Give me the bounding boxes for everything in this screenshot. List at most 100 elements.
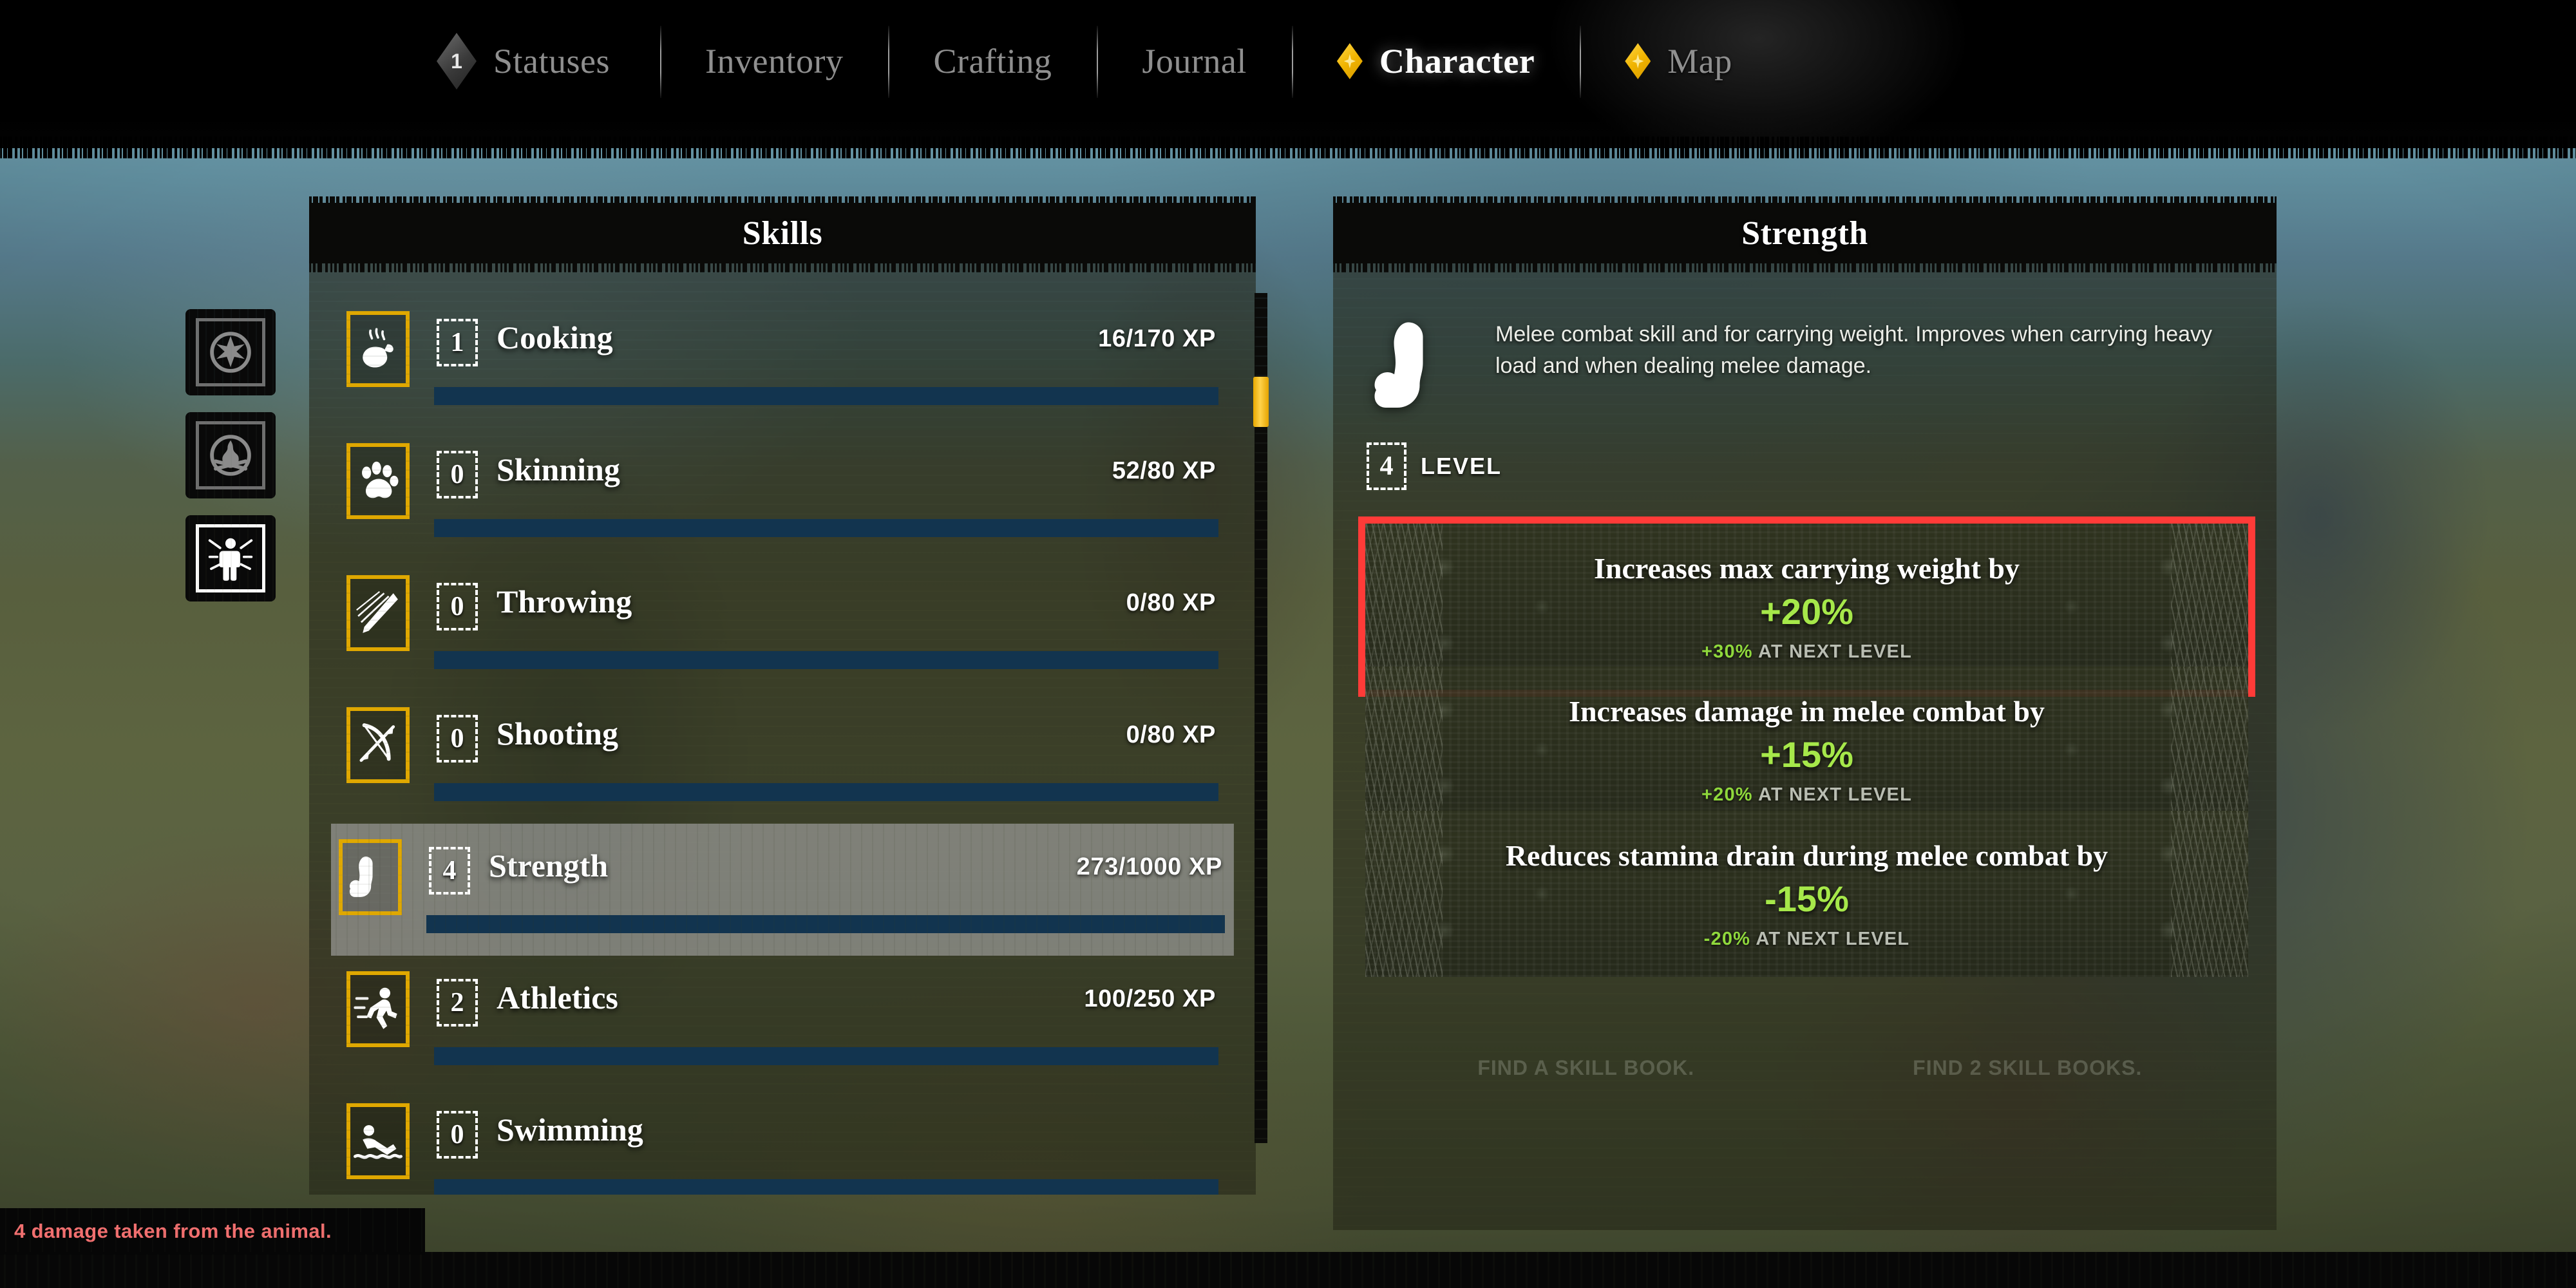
- skill-xp-text: 0/80 XP: [1126, 589, 1216, 616]
- locked-perk-slot-1: FIND A SKILL BOOK.: [1477, 1056, 1695, 1079]
- perk-value: -15%: [1765, 878, 1849, 919]
- skill-row-athletics[interactable]: 2 Athletics 100/250 XP: [339, 956, 1227, 1088]
- tab-label: Journal: [1142, 42, 1247, 80]
- locked-perk-slot-2: FIND 2 SKILL BOOKS.: [1913, 1056, 2143, 1079]
- sidebar-item-character-skills[interactable]: [185, 515, 276, 601]
- tab-count-badge: 1: [437, 33, 477, 90]
- skills-scrollbar-thumb[interactable]: [1253, 377, 1269, 427]
- skill-name: Throwing: [497, 583, 632, 620]
- skill-name: Skinning: [497, 451, 620, 488]
- tab-strip: 1 Statuses Inventory Crafting Journal Charact…: [386, 19, 1777, 103]
- locked-perk-slots: FIND A SKILL BOOK. FIND 2 SKILL BOOKS.: [1365, 1056, 2248, 1080]
- notification-text: 4 damage taken from the animal.: [14, 1220, 332, 1242]
- notification-banner: 4 damage taken from the animal.: [0, 1208, 425, 1255]
- skill-xp-bar: [426, 915, 1225, 933]
- skill-name: Swimming: [497, 1112, 643, 1148]
- tab-label: Crafting: [933, 42, 1052, 80]
- tab-map[interactable]: Map: [1580, 19, 1777, 103]
- tab-label: Statuses: [493, 42, 611, 80]
- skill-detail-title: Strength: [1741, 214, 1868, 252]
- sidebar-item-compass-star[interactable]: [185, 309, 276, 395]
- perk-slot-2: Increases damage in melee combat by +15% +…: [1365, 667, 2248, 833]
- running-person-icon: [346, 971, 410, 1047]
- skill-xp-text: 273/1000 XP: [1076, 853, 1222, 880]
- bow-arrow-icon: [346, 707, 410, 783]
- perk-value: +15%: [1760, 734, 1853, 775]
- perk-title: Reduces stamina drain during melee comba…: [1505, 838, 2108, 872]
- skill-name: Shooting: [497, 715, 618, 752]
- skill-row-skinning[interactable]: 0 Skinning 52/80 XP: [339, 428, 1227, 560]
- skill-level-value: 4: [1367, 442, 1406, 490]
- skill-row-shooting[interactable]: 0 Shooting 0/80 XP: [339, 692, 1227, 824]
- perk-card[interactable]: Increases max carrying weight by +20% +30%…: [1358, 516, 2255, 697]
- character-skills-icon: [185, 515, 276, 601]
- perk-slot-1: Increases max carrying weight by +20% +30%…: [1358, 516, 2255, 697]
- tab-label: Map: [1667, 42, 1732, 80]
- skill-list[interactable]: 1 Cooking 16/170 XP 0 Skinning 52/80 XP 0 Throw…: [309, 274, 1256, 1195]
- tab-journal[interactable]: Journal: [1097, 19, 1291, 103]
- perk-title: Increases max carrying weight by: [1594, 551, 2020, 585]
- gold-diamond-icon: [1625, 43, 1651, 79]
- tab-statuses[interactable]: 1 Statuses: [386, 19, 660, 103]
- tab-inventory[interactable]: Inventory: [660, 19, 888, 103]
- gold-diamond-icon: [1336, 43, 1363, 79]
- skill-xp-bar: [434, 1047, 1218, 1065]
- perk-next-level: -20% AT NEXT LEVEL: [1704, 929, 1910, 950]
- skill-row-swimming[interactable]: 0 Swimming: [339, 1088, 1227, 1195]
- left-sidebar: [185, 309, 289, 601]
- skill-name: Strength: [489, 848, 609, 884]
- sidebar-item-campfire[interactable]: [185, 412, 276, 498]
- perk-card[interactable]: Increases damage in melee combat by +15% +…: [1365, 667, 2248, 833]
- roast-chicken-icon: [346, 311, 410, 387]
- tab-label: Inventory: [705, 42, 844, 80]
- skill-xp-bar: [434, 387, 1218, 405]
- flexed-bicep-icon: [339, 839, 402, 915]
- skill-row-cooking[interactable]: 1 Cooking 16/170 XP: [339, 296, 1227, 428]
- skill-level-badge: 4: [429, 847, 470, 895]
- skill-level-badge: 0: [437, 715, 478, 762]
- skill-level-badge: 0: [437, 583, 478, 630]
- skills-panel: Skills 1 Cooking 16/170 XP 0 Skinning 52/80 X…: [309, 203, 1269, 1195]
- flexed-bicep-icon: [1367, 311, 1470, 421]
- skill-level-badge: 0: [437, 1111, 478, 1159]
- perk-next-suffix: AT NEXT LEVEL: [1756, 928, 1910, 949]
- skill-level-badge: 2: [437, 979, 478, 1027]
- skills-panel-header: Skills: [309, 203, 1256, 263]
- campfire-icon: [185, 412, 276, 498]
- perk-next-amount: -20%: [1703, 928, 1751, 949]
- perk-next-suffix: AT NEXT LEVEL: [1757, 784, 1912, 805]
- skill-detail-header-row: Melee combat skill and for carrying weig…: [1367, 311, 2244, 421]
- bottom-edge-strip: [0, 1252, 2576, 1288]
- compass-star-icon: [185, 309, 276, 395]
- perk-card[interactable]: Reduces stamina drain during melee comba…: [1365, 811, 2248, 977]
- paw-print-icon: [346, 443, 410, 519]
- skill-detail-panel: Strength Melee combat skill and for carr…: [1333, 203, 2277, 1230]
- skill-level-row: 4 LEVEL: [1367, 442, 1502, 490]
- perk-next-amount: +20%: [1701, 784, 1753, 805]
- skill-xp-bar: [434, 1179, 1218, 1195]
- perk-value: +20%: [1760, 591, 1853, 632]
- tab-crafting[interactable]: Crafting: [888, 19, 1097, 103]
- skill-xp-bar: [434, 519, 1218, 537]
- skill-xp-bar: [434, 783, 1218, 801]
- perk-next-level: +30% AT NEXT LEVEL: [1701, 641, 1912, 663]
- skill-level-label: LEVEL: [1421, 453, 1502, 479]
- skill-detail-panel-header: Strength: [1333, 203, 2277, 263]
- perk-next-amount: +30%: [1701, 641, 1753, 662]
- skill-name: Athletics: [497, 980, 618, 1016]
- perk-next-suffix: AT NEXT LEVEL: [1757, 641, 1912, 662]
- skill-xp-text: 100/250 XP: [1084, 985, 1216, 1012]
- skill-level-badge: 1: [437, 319, 478, 366]
- top-navigation-bar: 1 Statuses Inventory Crafting Journal Charact…: [0, 0, 2576, 174]
- skills-panel-title: Skills: [742, 214, 823, 252]
- skill-name: Cooking: [497, 319, 613, 355]
- skill-detail-content: Melee combat skill and for carrying weig…: [1333, 274, 2277, 1230]
- tab-character[interactable]: Character: [1291, 19, 1580, 103]
- skill-xp-text: 16/170 XP: [1098, 325, 1216, 352]
- skill-row-throwing[interactable]: 0 Throwing 0/80 XP: [339, 560, 1227, 692]
- skill-row-strength[interactable]: 4 Strength 273/1000 XP: [331, 824, 1234, 956]
- skill-xp-text: 0/80 XP: [1126, 721, 1216, 748]
- tab-badge-count: 1: [451, 49, 462, 73]
- swimmer-icon: [346, 1103, 410, 1179]
- perk-slot-3: Reduces stamina drain during melee comba…: [1365, 811, 2248, 977]
